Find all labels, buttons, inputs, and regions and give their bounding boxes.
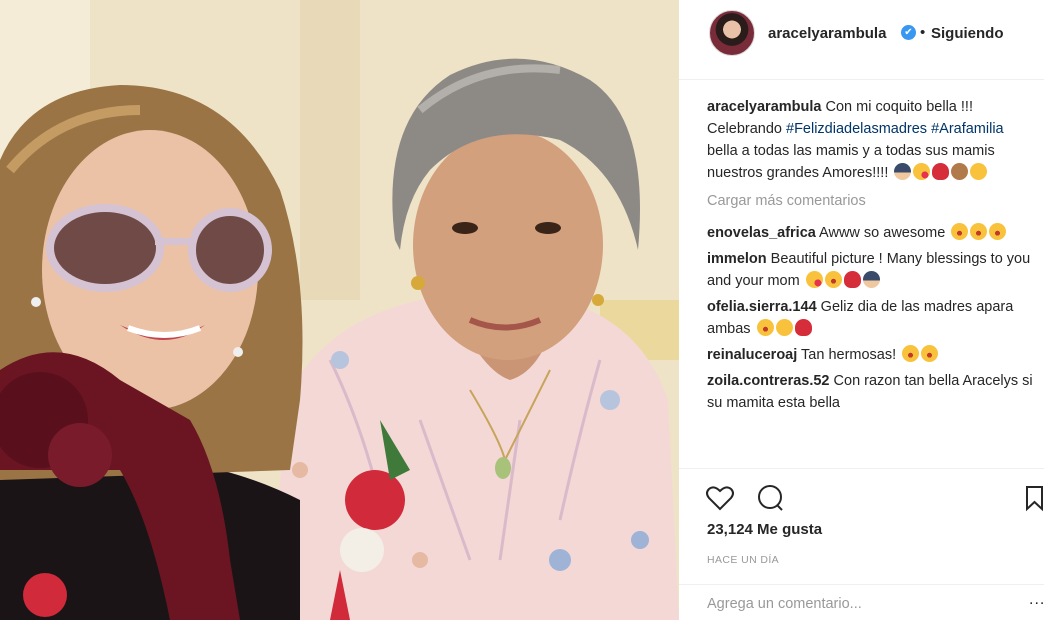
heart-eyes-emoji-icon — [970, 223, 988, 240]
caption: aracelyarambula Con mi coquito bella !!!… — [707, 96, 1037, 184]
smile-emoji-icon — [775, 319, 793, 336]
more-options-button[interactable]: ... — [1029, 591, 1044, 609]
separator-dot: • — [920, 24, 926, 41]
person-emoji-icon — [894, 163, 912, 180]
post-actions: 23,124 Me gusta HACE UN DÍA — [679, 468, 1044, 583]
comment-item: zoila.contreras.52 Con razon tan bella A… — [707, 370, 1037, 414]
likes-label: Me gusta — [752, 521, 823, 538]
post-photo[interactable] — [0, 0, 679, 620]
heart-eyes-emoji-icon — [989, 223, 1007, 240]
post-timestamp[interactable]: HACE UN DÍA — [707, 554, 779, 566]
comment-item: enovelas_africa Awww so awesome — [707, 222, 1037, 244]
photo-illustration — [0, 0, 679, 620]
bookmark-icon[interactable] — [1025, 483, 1044, 513]
heart-eyes-emoji-icon — [824, 271, 842, 288]
heart-outline-icon[interactable] — [705, 483, 735, 513]
comment-username[interactable]: zoila.contreras.52 — [707, 373, 830, 389]
hashtag-link[interactable]: #Arafamilia — [931, 121, 1004, 137]
add-comment-bar: ... — [679, 584, 1044, 620]
comment-text: Tan hermosas! — [797, 347, 901, 363]
smile-emoji-icon — [970, 163, 988, 180]
monkey-emoji-icon — [951, 163, 969, 180]
comments-list[interactable]: aracelyarambula Con mi coquito bella !!!… — [707, 96, 1037, 468]
post-sidebar: aracelyarambula ✔ • Siguiendo aracelyara… — [679, 0, 1044, 620]
hearts-emoji-icon — [843, 271, 861, 288]
following-button[interactable]: Siguiendo — [931, 25, 1004, 42]
comment-text: Awww so awesome — [815, 225, 950, 241]
heart-eyes-emoji-icon — [756, 319, 774, 336]
comment-bubble-icon[interactable] — [755, 483, 785, 513]
heart-emoji-icon — [932, 163, 950, 180]
heart-eyes-emoji-icon — [902, 345, 920, 362]
heart-emoji-icon — [794, 319, 812, 336]
comment-input[interactable] — [707, 593, 997, 615]
verified-badge-icon: ✔ — [901, 25, 916, 40]
heart-eyes-emoji-icon — [921, 345, 939, 362]
comment-item: immelon Beautiful picture ! Many blessin… — [707, 248, 1037, 292]
hashtag-link[interactable]: #Felizdiadelasmadres — [786, 121, 927, 137]
load-more-comments-link[interactable]: Cargar más comentarios — [707, 190, 1037, 212]
comment-username[interactable]: immelon — [707, 251, 767, 267]
comment-item: ofelia.sierra.144 Geliz dia de las madre… — [707, 296, 1037, 340]
comment-username[interactable]: enovelas_africa — [707, 225, 816, 241]
likes-count[interactable]: 23,124 Me gusta — [707, 521, 822, 538]
header-username[interactable]: aracelyarambula — [768, 25, 886, 42]
profile-avatar[interactable] — [709, 10, 755, 56]
likes-number: 23,124 — [707, 521, 753, 538]
comment-username[interactable]: ofelia.sierra.144 — [707, 299, 817, 315]
person-emoji-icon — [862, 271, 880, 288]
caption-username[interactable]: aracelyarambula — [707, 99, 821, 115]
kiss-emoji-icon — [913, 163, 931, 180]
kiss-emoji-icon — [805, 271, 823, 288]
comment-item: reinaluceroaj Tan hermosas! — [707, 344, 1037, 366]
heart-eyes-emoji-icon — [951, 223, 969, 240]
comment-username[interactable]: reinaluceroaj — [707, 347, 797, 363]
post-header: aracelyarambula ✔ • Siguiendo — [679, 0, 1044, 80]
